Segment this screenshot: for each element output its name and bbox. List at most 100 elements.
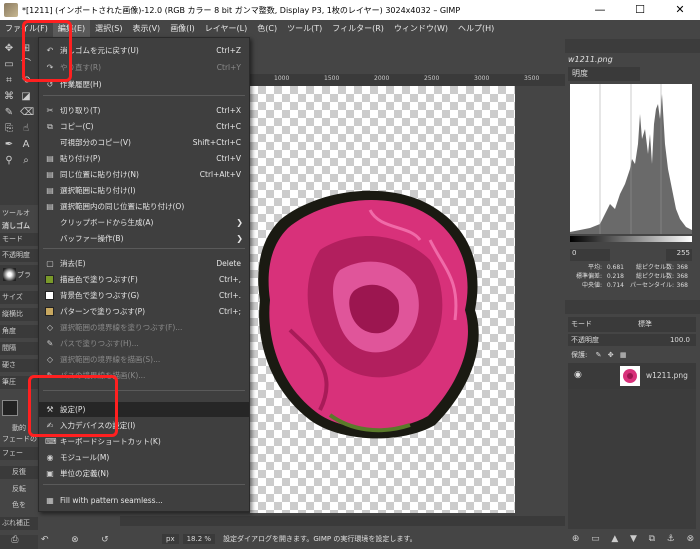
fade-field[interactable]: フェー xyxy=(0,447,38,460)
edit-menu-item[interactable]: バッファー操作(B) ❯ xyxy=(39,231,249,246)
menu-item-label: モジュール(M) xyxy=(60,453,110,462)
histogram-channel-select[interactable]: 明度 xyxy=(568,67,640,81)
menu-item-label: 背景色で塗りつぶす(G) xyxy=(60,291,140,300)
edit-menu-item[interactable]: ✂ 切り取り(T) Ctrl+X xyxy=(39,103,249,118)
minimize-button[interactable]: — xyxy=(580,0,620,20)
tool-options-panel: ツールオ 消しゴム モード 不透明度 ブラ サイズ 縦横比 角度 間隔 硬さ 筆… xyxy=(0,205,38,535)
lock-alpha-icon[interactable]: ▦ xyxy=(620,351,627,359)
rect-select-tool-icon[interactable]: ▭ xyxy=(3,59,15,71)
anchor-layer-icon[interactable]: ⚓ xyxy=(667,534,675,544)
edit-menu-item[interactable]: ▦ Fill with pattern seamless... xyxy=(39,493,249,508)
menu-item-label: 選択範囲の境界線を描画(S)... xyxy=(60,355,161,364)
brush-preview[interactable] xyxy=(3,268,16,281)
menu-filters[interactable]: フィルター(R) xyxy=(327,20,389,37)
menu-view[interactable]: 表示(V) xyxy=(127,20,165,37)
spacing-field[interactable]: 間隔 xyxy=(0,342,38,355)
reverse-checkbox[interactable]: 反転 xyxy=(0,483,38,496)
angle-field[interactable]: 角度 xyxy=(0,325,38,338)
close-button[interactable]: ✕ xyxy=(660,0,700,20)
layer-opacity-row[interactable]: 不透明度 100.0 xyxy=(568,334,696,346)
menu-tools[interactable]: ツール(T) xyxy=(282,20,327,37)
menu-select[interactable]: 選択(S) xyxy=(90,20,127,37)
menu-windows[interactable]: ウィンドウ(W) xyxy=(389,20,453,37)
dynamics-preview[interactable] xyxy=(2,400,18,416)
unit-selector[interactable]: px xyxy=(162,533,179,544)
edit-menu-item[interactable]: 描画色で塗りつぶす(F) Ctrl+, xyxy=(39,272,249,287)
layer-visibility-eye-icon[interactable]: ◉ xyxy=(574,370,582,380)
histogram-graph[interactable] xyxy=(570,84,692,234)
horizontal-ruler[interactable]: 1000 1500 2000 2500 3000 3500 xyxy=(250,74,565,86)
paintbrush-tool-icon[interactable]: ✎ xyxy=(3,107,15,119)
menu-layer[interactable]: レイヤー(L) xyxy=(200,20,252,37)
edit-menu-item[interactable]: ▤ 貼り付け(P) Ctrl+V xyxy=(39,151,249,166)
edit-menu-item[interactable]: クリップボードから生成(A) ❯ xyxy=(39,215,249,230)
move-tool-icon[interactable]: ✥ xyxy=(3,43,15,55)
size-field[interactable]: サイズ xyxy=(0,291,38,304)
menu-image[interactable]: 画像(I) xyxy=(165,20,200,37)
crop-tool-icon[interactable]: ⌗ xyxy=(3,75,15,87)
stat-label: 平均: xyxy=(587,264,602,271)
layers-tab-row[interactable] xyxy=(565,300,700,314)
color-picker-tool-icon[interactable]: ⚲ xyxy=(3,155,15,167)
smudge-tool-icon[interactable]: ☝ xyxy=(20,123,32,135)
bucket-tool-icon[interactable]: ◪ xyxy=(20,91,32,103)
paste-into-in-place-icon: ▤ xyxy=(46,201,54,211)
clone-tool-icon[interactable]: ⎘ xyxy=(3,123,15,135)
edit-menu-item[interactable]: ⧉ コピー(C) Ctrl+C xyxy=(39,119,249,134)
menu-item-shortcut: Ctrl+Z xyxy=(216,46,241,55)
new-group-icon[interactable]: ▭ xyxy=(591,534,600,544)
edit-menu-item[interactable]: ▣ 単位の定義(N) xyxy=(39,466,249,481)
edit-menu-item[interactable]: パターンで塗りつぶす(P) Ctrl+; xyxy=(39,304,249,319)
reset-options-icon[interactable]: ↺ xyxy=(101,535,109,545)
edit-menu-item[interactable]: 背景色で塗りつぶす(G) Ctrl+. xyxy=(39,288,249,303)
delete-layer-icon[interactable]: ⊗ xyxy=(687,534,695,544)
menu-item-shortcut: Ctrl+V xyxy=(216,154,241,163)
lock-pixels-icon[interactable]: ✎ xyxy=(596,351,602,359)
maximize-button[interactable]: ☐ xyxy=(620,0,660,20)
menu-item-label: Fill with pattern seamless... xyxy=(60,496,163,505)
edit-menu-item[interactable]: ▤ 選択範囲内の同じ位置に貼り付け(O) xyxy=(39,199,249,214)
mode-field[interactable]: モード xyxy=(0,233,38,246)
duplicate-layer-icon[interactable]: ⧉ xyxy=(649,534,655,544)
edit-menu-item[interactable]: 可視部分のコピー(V) Shift+Ctrl+C xyxy=(39,135,249,150)
lower-layer-icon[interactable]: ▼ xyxy=(630,534,637,544)
range-max-field[interactable]: 255 xyxy=(666,249,692,261)
path-tool-icon[interactable]: ✒ xyxy=(3,139,15,151)
edit-menu-item[interactable]: ▤ 選択範囲に貼り付け(I) xyxy=(39,183,249,198)
menu-help[interactable]: ヘルプ(H) xyxy=(453,20,499,37)
menu-colors[interactable]: 色(C) xyxy=(252,20,282,37)
color-checkbox[interactable]: 色を xyxy=(0,499,38,512)
opacity-field[interactable]: 不透明度 xyxy=(0,249,38,262)
stat-label: 総ピクセル数: xyxy=(635,273,674,280)
warp-tool-icon[interactable]: ⌘ xyxy=(3,91,15,103)
smooth-field[interactable]: ぶれ補正 xyxy=(0,517,38,530)
range-min-field[interactable]: 0 xyxy=(570,249,610,261)
text-tool-icon[interactable]: A xyxy=(20,139,32,151)
edit-menu-item[interactable]: ▤ 同じ位置に貼り付け(N) Ctrl+Alt+V xyxy=(39,167,249,182)
menu-item-label: 同じ位置に貼り付け(N) xyxy=(60,170,139,179)
restore-options-icon[interactable]: ↶ xyxy=(41,535,49,545)
edit-menu-item[interactable]: ▢ 消去(E) Delete xyxy=(39,256,249,271)
modules-icon: ◉ xyxy=(46,452,54,462)
hardness-field[interactable]: 硬さ xyxy=(0,359,38,372)
new-layer-icon[interactable]: ⊕ xyxy=(572,534,580,544)
edit-menu-item[interactable]: ◉ モジュール(M) xyxy=(39,450,249,465)
layer-name[interactable]: w1211.png xyxy=(646,371,688,380)
dock-tab-row[interactable] xyxy=(565,39,700,53)
layer-opacity-value[interactable]: 100.0 xyxy=(670,334,690,346)
repeat-field[interactable]: 反復 xyxy=(0,466,38,479)
lock-position-icon[interactable]: ✥ xyxy=(608,351,614,359)
ruler-label: 3000 xyxy=(474,75,490,82)
eraser-tool-icon[interactable]: ⌫ xyxy=(20,107,34,119)
raise-layer-icon[interactable]: ▲ xyxy=(611,534,618,544)
ruler-label: 1000 xyxy=(274,75,290,82)
save-options-icon[interactable]: ⎙ xyxy=(11,535,18,545)
zoom-tool-icon[interactable]: ⌕ xyxy=(20,155,32,167)
aspect-ratio-field[interactable]: 縦横比 xyxy=(0,308,38,321)
layer-mode-select[interactable]: 標準 xyxy=(638,317,652,332)
menu-item-label: パターンで塗りつぶす(P) xyxy=(60,307,146,316)
zoom-selector[interactable]: 18.2 % xyxy=(182,533,216,544)
delete-options-icon[interactable]: ⊗ xyxy=(71,535,79,545)
layer-row[interactable]: ◉ w1211.png xyxy=(568,363,696,389)
horizontal-scrollbar[interactable] xyxy=(120,516,565,526)
